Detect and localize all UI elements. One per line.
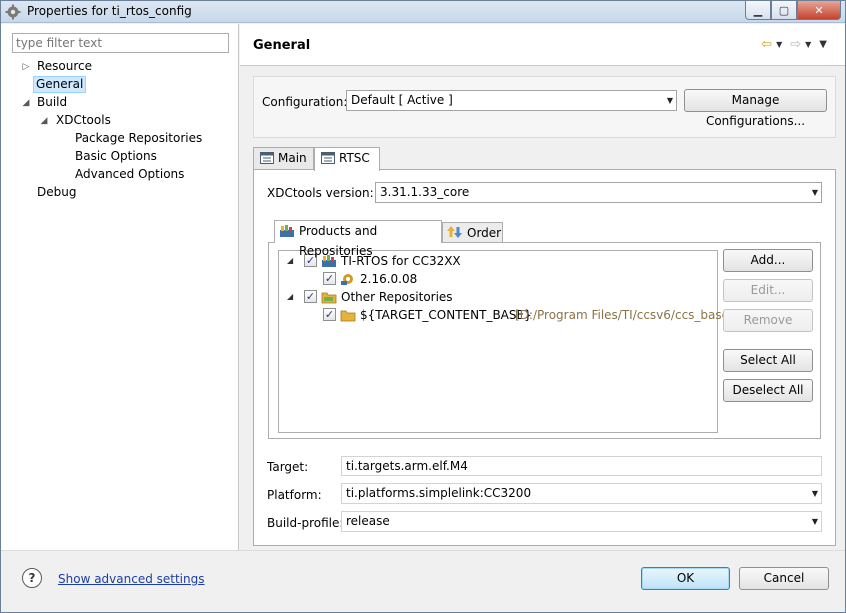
eclipse-gear-icon (5, 4, 21, 20)
select-all-button[interactable]: Select All (723, 349, 813, 372)
deselect-all-button[interactable]: Deselect All (723, 379, 813, 402)
filter-input[interactable] (12, 33, 229, 53)
order-icon (447, 226, 462, 238)
build-profile-value: release (346, 514, 390, 528)
tab-products-and-repositories[interactable]: Products and Repositories (274, 220, 442, 258)
page-header: General ⇦ ▼ ⇨ ▼ ▼ (240, 24, 845, 66)
maximize-button[interactable]: ▢ (771, 1, 797, 20)
dialog-footer: ? Show advanced settings OK Cancel (1, 550, 845, 612)
folder-icon (340, 310, 356, 322)
close-button[interactable]: ✕ (797, 1, 841, 20)
repo-path: [D:/Program Files/TI/ccsv6/ccs_base] (515, 308, 734, 322)
chevron-down-icon: ▼ (811, 517, 818, 526)
folder-icon (321, 292, 337, 304)
checkbox-checked-icon[interactable]: ✓ (304, 290, 317, 303)
edit-button[interactable]: Edit... (723, 279, 813, 302)
repositories-tree[interactable]: ◢ ✓ TI-RTOS for CC32XX ✓ (278, 250, 734, 433)
window-title: Properties for ti_rtos_config (27, 4, 192, 18)
forward-arrow-icon[interactable]: ⇨ (790, 37, 801, 52)
configuration-select[interactable]: Default [ Active ] ▼ (346, 90, 677, 111)
tab-rtsc[interactable]: RTSC (314, 147, 380, 171)
xdctools-version-label: XDCtools version: (267, 186, 374, 200)
forward-dropdown-icon[interactable]: ▼ (805, 40, 811, 49)
manage-configurations-button[interactable]: Manage Configurations... (684, 89, 827, 128)
close-icon: ✕ (814, 3, 824, 17)
tree-item-label: Package Repositories (75, 131, 203, 145)
back-arrow-icon[interactable]: ⇦ (761, 37, 772, 52)
collapse-icon[interactable]: ◢ (287, 252, 293, 270)
build-profile-select[interactable]: release ▼ (341, 511, 822, 532)
cancel-button[interactable]: Cancel (739, 567, 829, 590)
gear-icon (341, 274, 353, 285)
tab-main-label: Main (278, 151, 307, 165)
expand-icon[interactable]: ▷ (21, 62, 31, 72)
xdctools-version-select[interactable]: 3.31.1.33_core ▼ (375, 182, 822, 203)
repo-label: ${TARGET_CONTENT_BASE} (360, 308, 532, 322)
products-repositories-panel: ◢ ✓ TI-RTOS for CC32XX ✓ (268, 242, 821, 439)
configuration-label: Configuration: (262, 95, 348, 109)
rtsc-tab-panel: XDCtools version: 3.31.1.33_core ▼ Produ… (253, 169, 836, 546)
checkbox-checked-icon[interactable]: ✓ (323, 272, 336, 285)
tree-item-label: Resource (37, 59, 93, 73)
platform-select[interactable]: ti.platforms.simplelink:CC3200 ▼ (341, 483, 822, 504)
properties-window: Properties for ti_rtos_config ▁ ▢ ✕ ▷ Re… (0, 0, 846, 613)
tab-rtsc-label: RTSC (339, 151, 370, 165)
tab-products-label: Products and Repositories (299, 224, 378, 258)
ok-button[interactable]: OK (641, 567, 730, 590)
remove-button[interactable]: Remove (723, 309, 813, 332)
tree-item-label: XDCtools (56, 113, 111, 127)
configuration-group: Configuration: Default [ Active ] ▼ Mana… (253, 76, 836, 138)
tree-item-label: General (33, 76, 87, 93)
collapse-icon[interactable]: ◢ (287, 288, 293, 306)
build-profile-label: Build-profile: (267, 516, 344, 530)
title-bar[interactable]: Properties for ti_rtos_config ▁ ▢ ✕ (1, 1, 845, 23)
minimize-icon: ▁ (753, 3, 763, 17)
collapse-icon[interactable]: ◢ (39, 116, 49, 126)
tree-item-label: Basic Options (75, 149, 157, 163)
repo-label: 2.16.0.08 (360, 272, 418, 286)
tab-order-label: Order (467, 226, 502, 240)
tab-order[interactable]: Order (442, 222, 503, 242)
platform-label: Platform: (267, 488, 322, 502)
show-advanced-settings-link[interactable]: Show advanced settings (58, 572, 205, 586)
window-controls: ▁ ▢ ✕ (745, 1, 841, 21)
checkbox-checked-icon[interactable]: ✓ (323, 308, 336, 321)
back-dropdown-icon[interactable]: ▼ (776, 40, 782, 49)
tree-item-label: Debug (37, 185, 77, 199)
collapse-icon[interactable]: ◢ (21, 98, 31, 108)
minimize-button[interactable]: ▁ (745, 1, 771, 20)
tree-item-label: Advanced Options (75, 167, 185, 181)
target-label: Target: (267, 460, 309, 474)
add-button[interactable]: Add... (723, 249, 813, 272)
property-page-icon (321, 152, 335, 164)
repo-label: Other Repositories (341, 290, 453, 304)
property-page-icon (260, 152, 274, 164)
chevron-down-icon: ▼ (811, 188, 818, 197)
chevron-down-icon: ▼ (811, 489, 818, 498)
maximize-icon: ▢ (778, 3, 790, 17)
page-title: General (253, 38, 311, 53)
tab-main[interactable]: Main (253, 147, 314, 170)
chevron-down-icon: ▼ (666, 96, 673, 105)
target-field[interactable]: ti.targets.arm.elf.M4 (341, 456, 822, 476)
view-menu-icon[interactable]: ▼ (819, 39, 827, 50)
xdctools-version-value: 3.31.1.33_core (380, 185, 470, 199)
configuration-value: Default [ Active ] (351, 93, 453, 107)
property-tree-panel: ▷ Resource General ◢ Build ◢ XDCtools Pa… (1, 24, 239, 550)
package-icon (280, 225, 294, 237)
tree-item-label: Build (37, 95, 68, 109)
help-icon[interactable]: ? (22, 568, 42, 588)
platform-value: ti.platforms.simplelink:CC3200 (346, 486, 532, 500)
history-navigation: ⇦ ▼ ⇨ ▼ ▼ (761, 37, 831, 52)
